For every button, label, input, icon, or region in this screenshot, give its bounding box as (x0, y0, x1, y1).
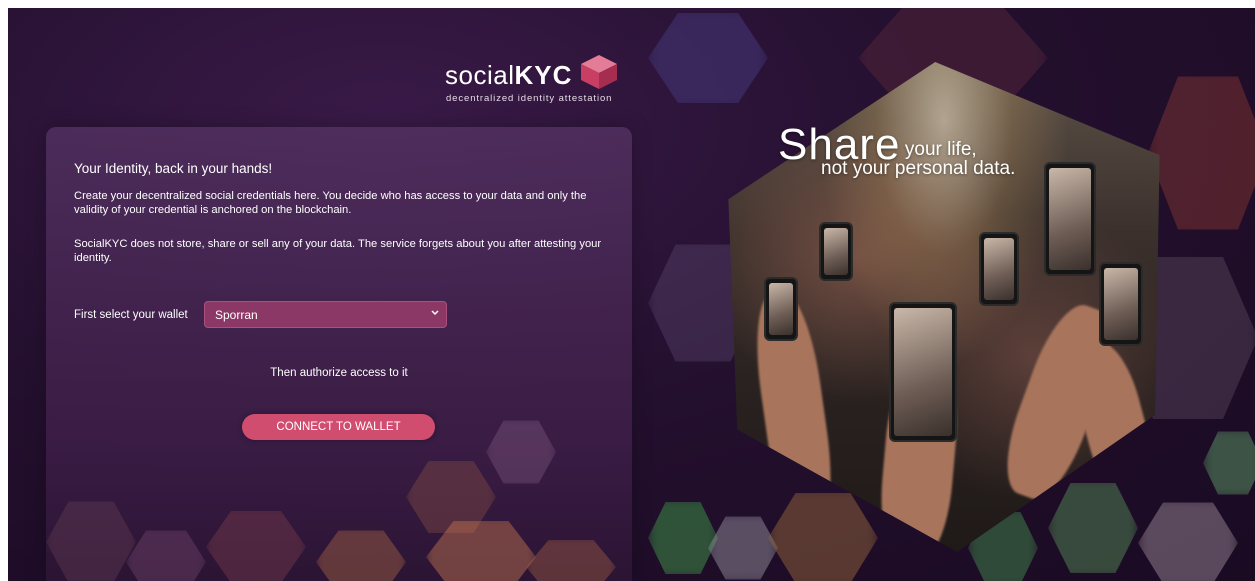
bokeh-decoration (648, 502, 718, 574)
cube-logo-icon (581, 55, 617, 89)
hero-line2: not your personal data. (821, 158, 1016, 179)
card-heading: Your Identity, back in your hands! (74, 161, 273, 176)
logo: socialKYC decentralized identity attesta… (445, 46, 620, 108)
connect-wallet-button[interactable]: CONNECT TO WALLET (242, 414, 435, 440)
logo-word-light: social (445, 60, 515, 90)
bokeh-decoration (206, 511, 306, 581)
login-card: Your Identity, back in your hands! Creat… (46, 127, 632, 581)
logo-tagline: decentralized identity attestation (446, 93, 613, 104)
bokeh-decoration (1203, 431, 1255, 495)
hero-image: Share your life, not your personal data. (724, 62, 1164, 552)
logo-wordmark: socialKYC (445, 60, 572, 91)
bokeh-decoration (486, 420, 556, 484)
logo-word-bold: KYC (514, 60, 573, 90)
bokeh-decoration (46, 501, 136, 581)
intro-paragraph: Create your decentralized social credent… (74, 190, 587, 216)
wallet-select-label: First select your wallet (74, 309, 188, 321)
bokeh-decoration (526, 540, 616, 581)
bokeh-decoration (126, 530, 206, 581)
hero-line1: your life, (904, 139, 977, 160)
authorize-instruction: Then authorize access to it (270, 367, 408, 379)
bokeh-decoration (316, 530, 406, 581)
wallet-select-value: Sporran (215, 308, 258, 322)
privacy-paragraph: SocialKYC does not store, share or sell … (74, 238, 602, 264)
page-background: socialKYC decentralized identity attesta… (8, 8, 1255, 581)
wallet-select[interactable]: Sporran (204, 301, 447, 328)
bokeh-decoration (1148, 76, 1255, 230)
chevron-down-icon (431, 310, 439, 316)
